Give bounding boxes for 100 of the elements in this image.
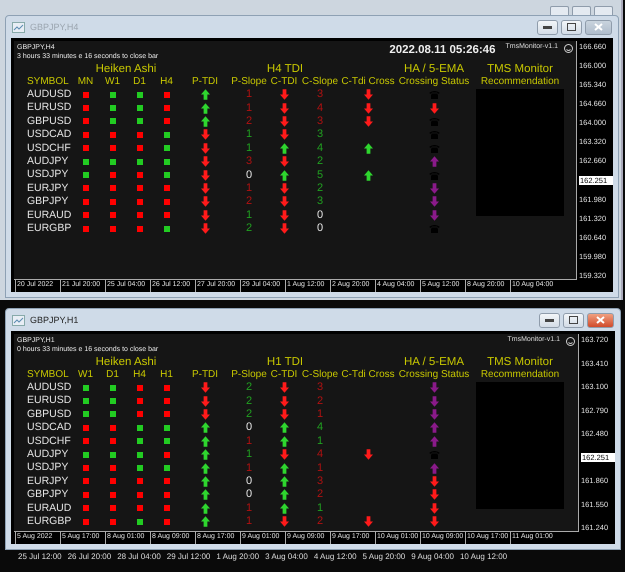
slope-value: 1	[246, 502, 252, 515]
slope-value: 2	[246, 408, 252, 421]
slope-value: 2	[246, 381, 252, 394]
slope-value: 3	[246, 155, 252, 168]
chart-icon	[12, 22, 25, 32]
column-header: C-Slope	[300, 75, 340, 88]
close-icon	[594, 23, 603, 31]
slope-value: 1	[246, 208, 252, 222]
symbol-cell: EURGBP	[27, 222, 72, 236]
time-label: 25 Jul 12:00	[18, 552, 62, 562]
slope-value: 0	[246, 421, 252, 434]
slope-value: 1	[316, 434, 324, 448]
column-header: W1	[104, 75, 121, 88]
symbol-cell: USDCHF	[27, 434, 72, 448]
column-header: H4	[132, 368, 147, 381]
column-header: Recommendation	[480, 75, 560, 88]
slope-value: 1	[246, 462, 252, 475]
close-icon	[596, 316, 605, 324]
symbol-cell: USDCHF	[27, 142, 72, 155]
column-header: D1	[132, 75, 147, 88]
column-header: SYMBOL	[27, 368, 70, 381]
group-header: H4 TDI	[266, 63, 304, 75]
slope-value: 3	[316, 88, 324, 102]
group-header: TMS Monitor	[486, 356, 554, 368]
slope-value: 1	[316, 408, 324, 421]
slope-value: 1	[246, 434, 252, 448]
slope-value: 4	[316, 448, 324, 462]
slope-value: 3	[316, 381, 324, 394]
time-label: 29 Jul 12:00	[166, 552, 210, 562]
symbol-cell: EURGBP	[27, 514, 72, 528]
slope-value: 1	[246, 128, 252, 142]
time-label: 28 Jul 04:00	[117, 552, 161, 562]
close-button[interactable]	[587, 312, 614, 328]
slope-value: 4	[316, 142, 324, 155]
column-header: C-TDI	[270, 75, 298, 88]
slope-value: 3	[316, 195, 324, 208]
slope-value: 0	[316, 222, 324, 236]
slope-value: 5	[316, 168, 324, 182]
minimize-button[interactable]	[537, 20, 558, 34]
slope-value: 3	[316, 474, 324, 488]
window-title: GBPJPY,H4	[30, 22, 78, 32]
symbol-cell-text: GBPJPY	[27, 195, 70, 209]
group-header: Heiken Ashi	[94, 63, 158, 75]
slope-value: 2	[316, 182, 324, 195]
symbol-cell-text: EURJPY	[27, 182, 70, 196]
column-header: Crossing Status	[398, 368, 470, 381]
close-button[interactable]	[594, 6, 613, 15]
slope-value: 2	[316, 394, 324, 408]
column-header: P-TDI	[190, 75, 220, 88]
symbol-cell: GBPUSD	[27, 408, 72, 422]
column-header: C-TDI	[270, 368, 298, 381]
symbol-cell: USDCAD	[27, 128, 72, 142]
slope-value: 4	[316, 102, 324, 115]
slope-value: 1	[316, 502, 324, 515]
slope-value: 4	[316, 421, 324, 434]
slope-value: 0	[246, 488, 252, 502]
timestamp: 2022.08.11 05:26:46	[389, 44, 496, 56]
restore-icon	[569, 316, 578, 324]
group-header: HA / 5-EMA	[402, 63, 466, 75]
group-header: HA / 5-EMA	[402, 356, 466, 368]
symbol-cell: AUDUSD	[27, 88, 72, 102]
slope-value: 1	[316, 462, 324, 475]
slope-value: 0	[246, 168, 252, 182]
smiley-icon	[564, 44, 573, 53]
symbol-cell-text: AUDJPY	[27, 448, 70, 462]
restore-button[interactable]	[561, 20, 582, 34]
symbol-cell: EURAUD	[27, 502, 72, 515]
column-header: P-Slope	[230, 75, 268, 88]
slope-value: 2	[316, 155, 324, 168]
symbol-cell-text: USDJPY	[27, 461, 70, 475]
restore-icon	[567, 23, 576, 31]
column-header: SYMBOL	[27, 75, 70, 88]
column-header: C-Tdi Cross	[340, 368, 396, 381]
symbol-cell: USDCAD	[27, 421, 72, 435]
symbol-cell-text: EURJPY	[27, 474, 70, 488]
slope-value: 1	[246, 182, 252, 195]
slope-value: 2	[246, 394, 252, 408]
restore-button[interactable]	[563, 312, 584, 328]
maximize-button[interactable]	[572, 6, 591, 15]
minimize-icon	[543, 26, 552, 28]
column-header: C-Tdi Cross	[340, 75, 396, 88]
slope-value: 2	[246, 114, 252, 128]
time-label: 26 Jul 20:00	[68, 552, 112, 562]
column-header: P-Slope	[230, 368, 268, 381]
symbol-cell: EURUSD	[27, 101, 72, 115]
group-header: Heiken Ashi	[94, 356, 158, 368]
column-header: D1	[105, 368, 120, 381]
slope-value: 3	[316, 114, 324, 128]
time-label: 3 Aug 04:00	[265, 552, 308, 562]
column-header: H4	[159, 75, 174, 88]
minimize-button[interactable]	[539, 312, 560, 328]
time-label: 4 Aug 12:00	[314, 552, 357, 562]
slope-value: 0	[246, 474, 252, 488]
slope-value: 2	[316, 515, 324, 528]
column-header: P-TDI	[190, 368, 220, 381]
time-label: 10 Aug 12:00	[460, 552, 508, 562]
slope-value: 2	[246, 195, 252, 208]
slope-value: 1	[246, 88, 252, 102]
time-label: 1 Aug 20:00	[216, 552, 260, 562]
symbol-cell: GBPUSD	[27, 114, 72, 128]
